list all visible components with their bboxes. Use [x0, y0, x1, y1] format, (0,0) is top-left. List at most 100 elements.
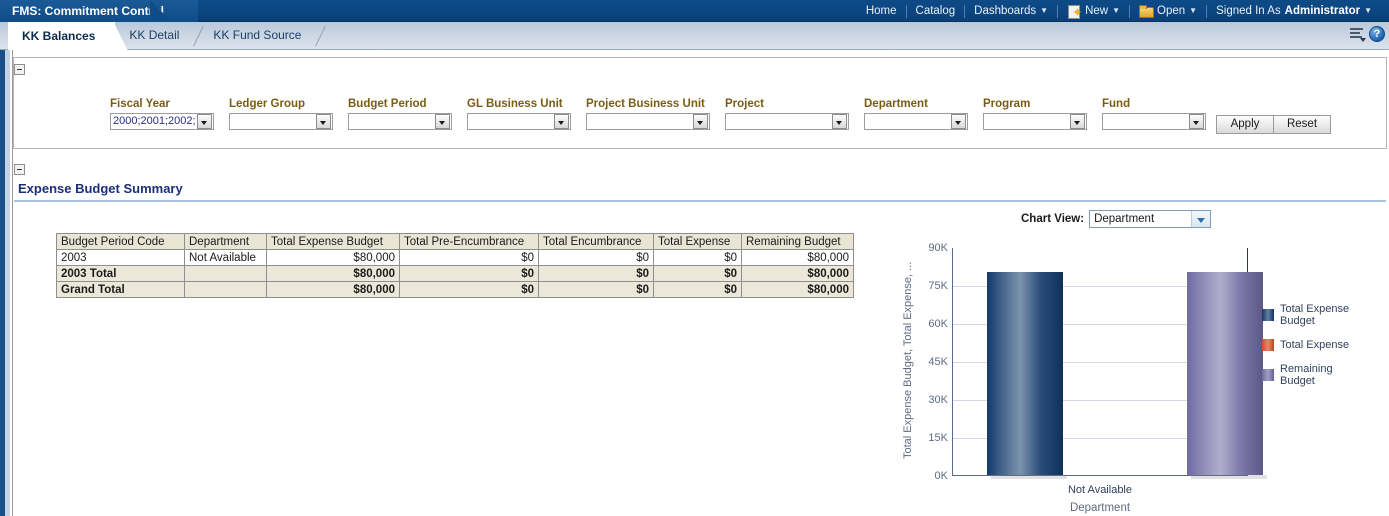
table-cell: Not Available [184, 249, 267, 266]
column-header[interactable]: Department [184, 233, 267, 250]
table-cell: $80,000 [266, 265, 400, 282]
expense-budget-chart: Total Expense Budget, Total Expense, ...… [900, 240, 1389, 516]
column-header[interactable]: Total Pre-Encumbrance [399, 233, 539, 250]
nav-new-label: New [1085, 5, 1109, 17]
filter-dropdown[interactable] [229, 113, 333, 130]
column-header[interactable]: Remaining Budget [741, 233, 854, 250]
table-cell: $0 [653, 265, 742, 282]
nav-catalog[interactable]: Catalog [907, 0, 965, 22]
y-axis-tick-label: 75K [928, 280, 948, 292]
tab-kk-detail[interactable]: KK Detail [115, 22, 205, 50]
table-cell [184, 265, 267, 282]
chevron-down-icon[interactable] [316, 114, 331, 129]
nav-open[interactable]: Open ▼ [1130, 0, 1206, 22]
table-body: 2003 Not Available $80,000 $0 $0 $0 $80,000 200… [56, 249, 854, 298]
open-folder-icon [1139, 4, 1155, 18]
chart-view-select[interactable]: Department [1089, 210, 1212, 228]
chart-bar[interactable] [987, 272, 1067, 479]
legend-swatch [1262, 339, 1274, 351]
table-cell: $80,000 [266, 281, 400, 298]
filter-label: Budget Period [348, 98, 427, 110]
tab-divider [315, 26, 327, 46]
nav-catalog-label: Catalog [915, 5, 956, 17]
chart-plot-area [952, 248, 1267, 479]
global-nav: Home Catalog Dashboards ▼ New ▼ Open ▼ S… [857, 0, 1381, 24]
current-user-name: Administrator [1284, 5, 1361, 17]
filter-dropdown[interactable]: 2000;2001;2002; [110, 113, 214, 130]
new-page-icon [1067, 2, 1082, 24]
reset-button[interactable]: Reset [1273, 115, 1331, 134]
chart-view-label: Chart View: [1021, 213, 1085, 225]
table-cell: $0 [399, 265, 539, 282]
chevron-down-icon[interactable] [832, 114, 847, 129]
signed-in-as[interactable]: Signed In As Administrator ▼ [1207, 0, 1381, 22]
app-title: FMS: Commitment Control [12, 4, 164, 18]
filter-dropdown[interactable] [467, 113, 571, 130]
chart-view-selected-value: Department [1094, 213, 1155, 225]
y-axis-tick-label: 60K [928, 318, 948, 330]
chevron-down-icon[interactable] [1189, 114, 1204, 129]
y-axis-tick-label: 90K [928, 242, 948, 254]
chart-x-axis-title: Department [1069, 502, 1131, 514]
chevron-down-icon: ▼ [1189, 6, 1198, 15]
filter-label: Department [864, 98, 928, 110]
filter-dropdown[interactable] [864, 113, 968, 130]
chevron-down-icon[interactable] [435, 114, 450, 129]
table-cell: 2003 [56, 249, 185, 266]
filter-dropdown[interactable] [725, 113, 849, 130]
filter-label: Ledger Group [229, 98, 306, 110]
table-cell: $0 [653, 281, 742, 298]
chevron-down-icon[interactable] [1070, 114, 1085, 129]
y-axis-tick-label: 30K [928, 394, 948, 406]
legend-item[interactable]: Total Expense [1262, 339, 1382, 351]
chevron-down-icon[interactable] [693, 114, 708, 129]
nav-dashboards[interactable]: Dashboards ▼ [965, 0, 1057, 22]
tab-toolbar: ? [1349, 26, 1385, 42]
chevron-down-icon[interactable] [554, 114, 569, 129]
chevron-down-icon[interactable] [197, 114, 212, 129]
filter-dropdown[interactable] [586, 113, 710, 130]
nav-new[interactable]: New ▼ [1058, 0, 1129, 24]
column-header[interactable]: Total Expense Budget [266, 233, 400, 250]
apply-button[interactable]: Apply [1216, 115, 1274, 134]
filter-prompt: GL Business Unit [467, 98, 571, 130]
table-cell: $0 [538, 281, 654, 298]
chart-bar[interactable] [1187, 272, 1267, 479]
filters-collapse-toggle[interactable] [14, 64, 25, 75]
filter-label: Project [725, 98, 764, 110]
legend-item[interactable]: Total Expense Budget [1262, 303, 1382, 327]
filter-dropdown[interactable] [1102, 113, 1206, 130]
table-cell: Grand Total [56, 281, 185, 298]
nav-open-label: Open [1157, 5, 1186, 17]
nav-home[interactable]: Home [857, 0, 906, 22]
filter-dropdown[interactable] [348, 113, 452, 130]
nav-dashboards-label: Dashboards [974, 5, 1037, 17]
filter-prompt: Program [983, 98, 1087, 130]
chevron-down-icon[interactable] [951, 114, 966, 129]
legend-item[interactable]: Remaining Budget [1262, 363, 1382, 387]
tab-kk-fund-source-label: KK Fund Source [213, 28, 302, 42]
chart-bar-fill [1187, 272, 1263, 475]
filter-label: Fund [1102, 98, 1131, 110]
tab-kk-balances-label: KK Balances [22, 29, 96, 43]
filter-prompt: Department [864, 98, 968, 130]
table-cell: $80,000 [266, 249, 400, 266]
chart-bar-fill [987, 272, 1063, 475]
tab-kk-fund-source[interactable]: KK Fund Source [199, 22, 327, 50]
app-title-tab-slant [150, 0, 172, 22]
column-header[interactable]: Total Expense [653, 233, 742, 250]
filter-label: Program [983, 98, 1031, 110]
report-collapse-toggle[interactable] [14, 164, 25, 175]
help-icon[interactable]: ? [1369, 26, 1385, 42]
column-header[interactable]: Budget Period Code [56, 233, 185, 250]
chart-y-axis-ticks: 0K 15K 30K 45K 60K 75K 90K [918, 240, 950, 482]
filter-dropdown[interactable] [983, 113, 1087, 130]
legend-label: Total Expense Budget [1280, 303, 1350, 327]
tab-kk-balances[interactable]: KK Balances [8, 22, 129, 51]
page-options-icon[interactable] [1349, 26, 1366, 42]
chevron-down-icon: ▼ [1040, 6, 1049, 15]
table-cell: $80,000 [741, 281, 854, 298]
dashboard-tab-strip: KK Balances KK Detail KK Fund Source ? [0, 22, 1389, 51]
column-header[interactable]: Total Encumbrance [538, 233, 654, 250]
table-cell [184, 281, 267, 298]
